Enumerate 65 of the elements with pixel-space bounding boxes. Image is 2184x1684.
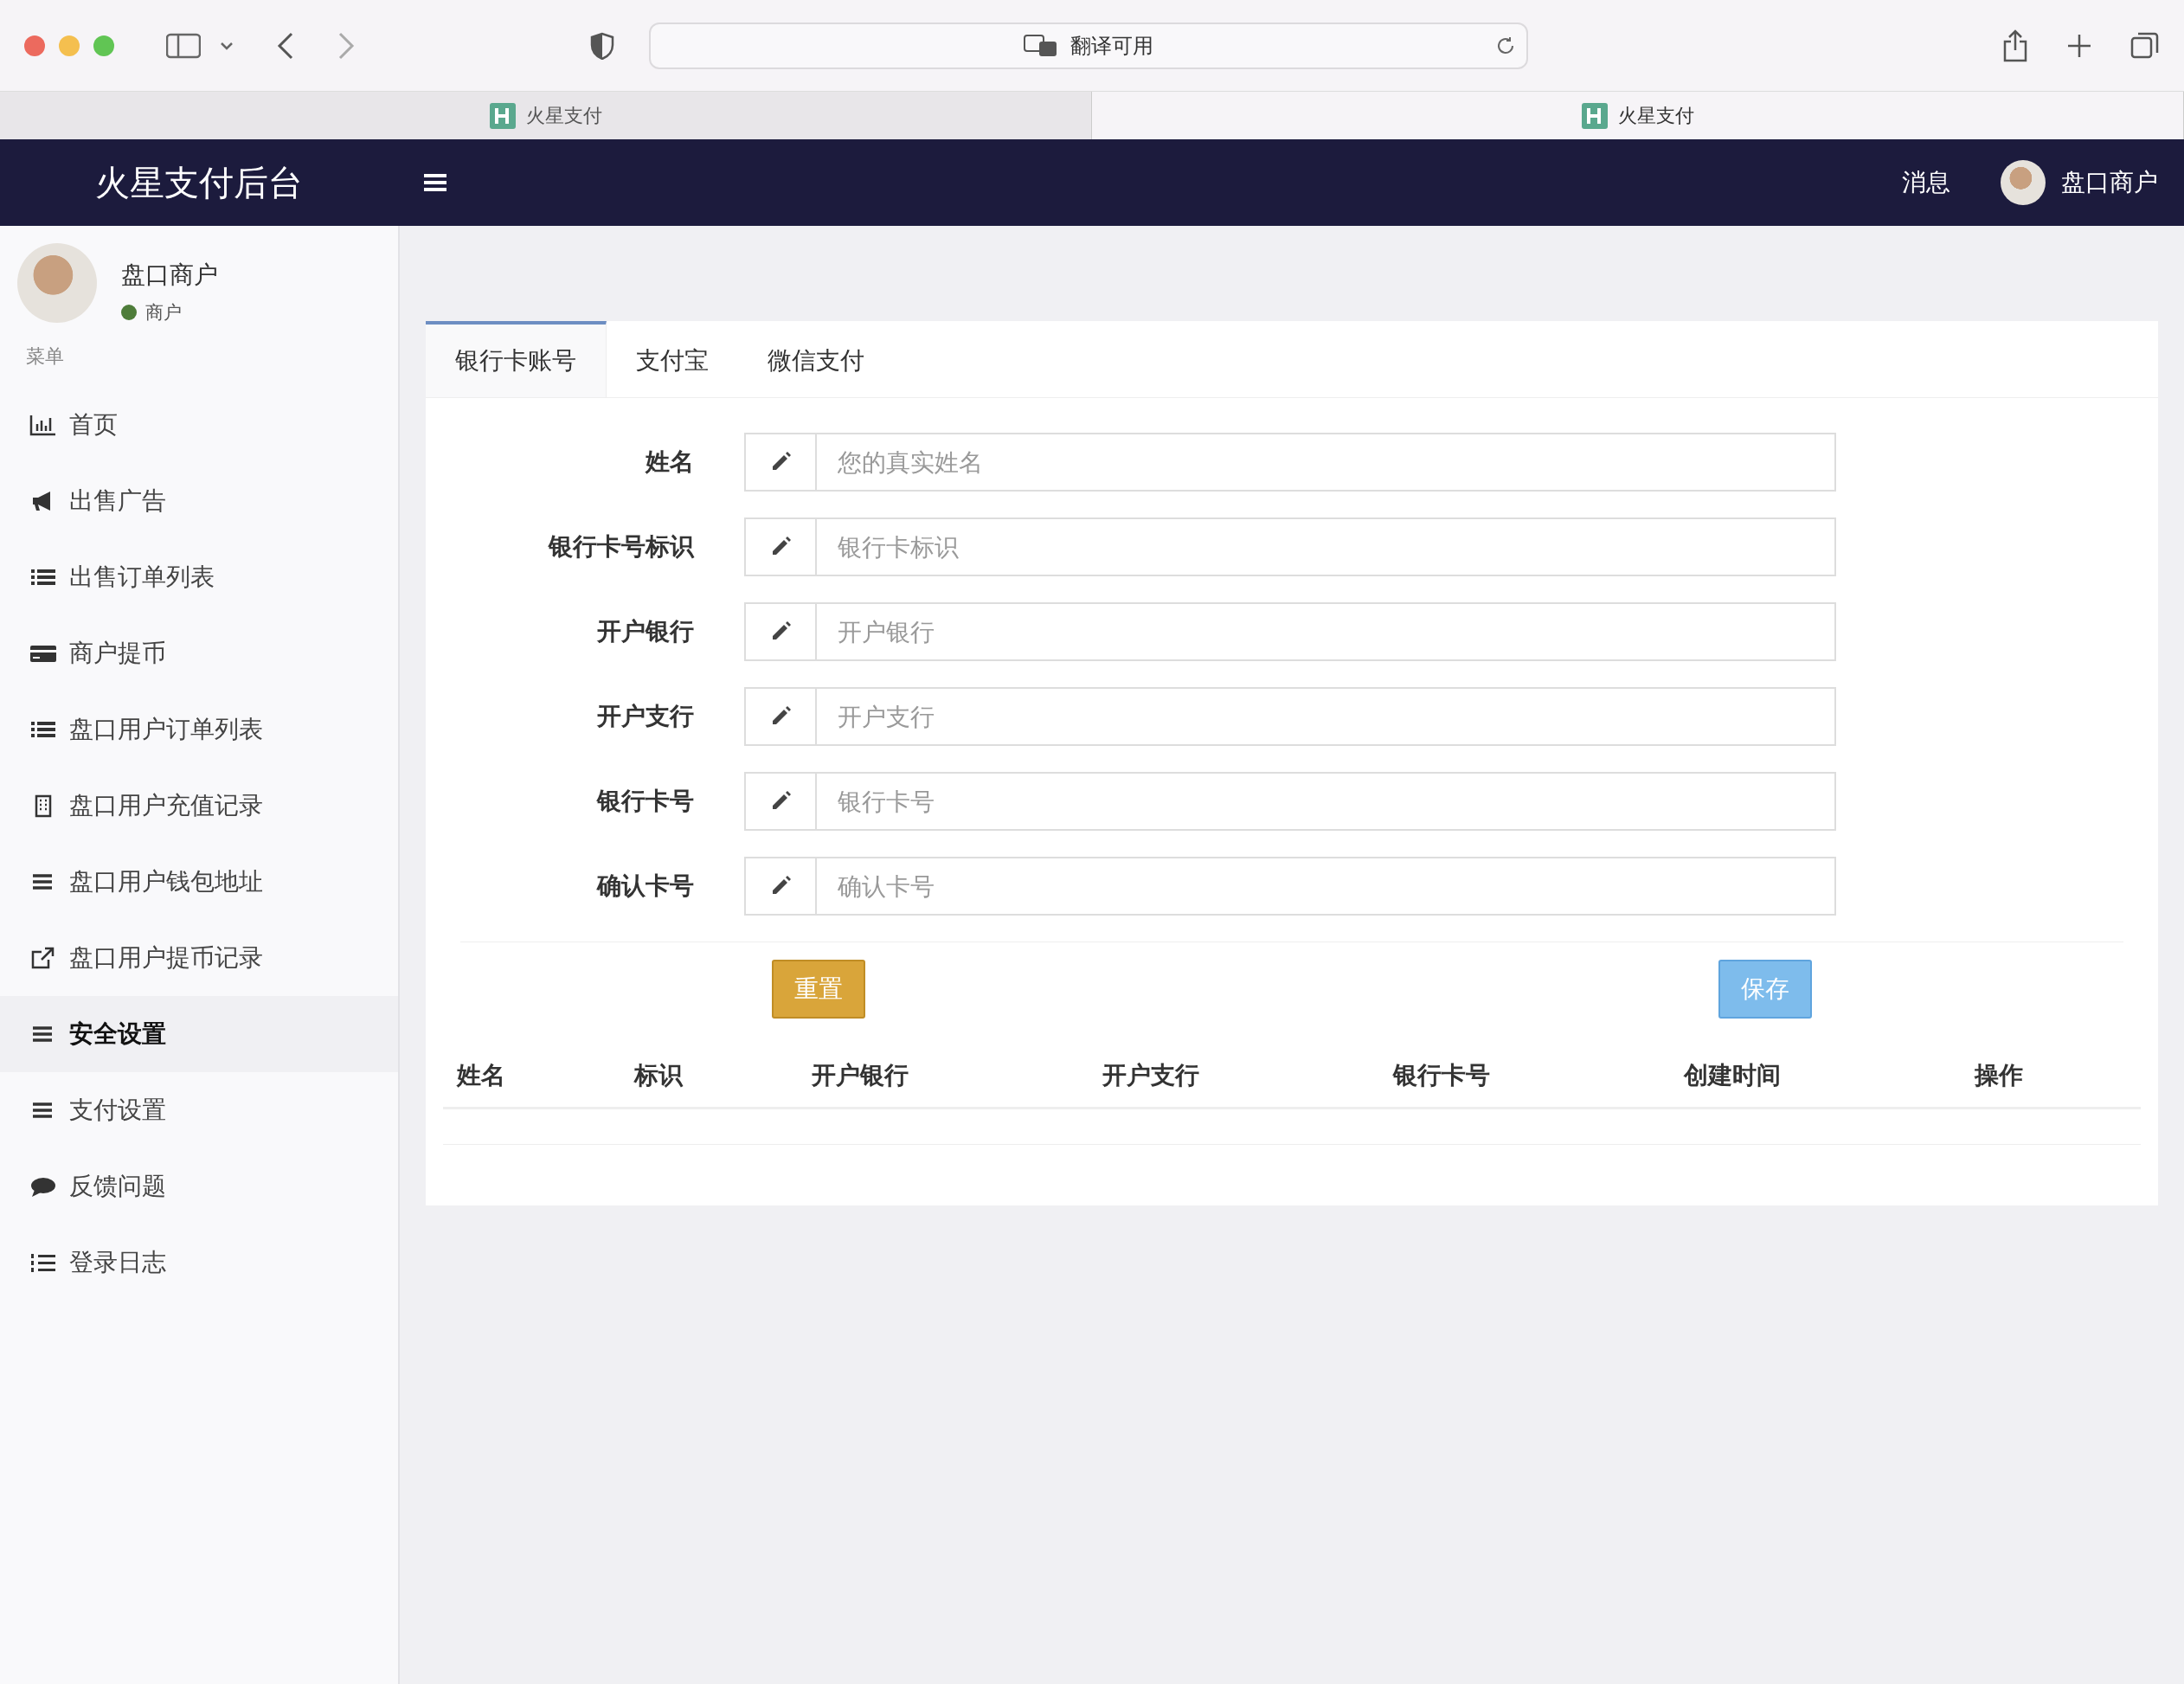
sidebar-icon[interactable] — [166, 32, 201, 59]
browser-tab[interactable]: 火星支付 — [1092, 92, 2184, 139]
close-icon[interactable] — [24, 35, 45, 56]
sidebar-item[interactable]: 登录日志 — [0, 1224, 398, 1301]
input-field[interactable]: 开户支行 — [817, 687, 1836, 746]
pencil-icon — [744, 687, 817, 746]
column-header: 标识 — [633, 1060, 684, 1091]
pencil-icon — [744, 772, 817, 831]
translate-icon[interactable] — [1024, 33, 1058, 58]
back-icon[interactable] — [277, 31, 294, 60]
field-label: 确认卡号 — [595, 871, 694, 902]
column-header: 开户银行 — [811, 1060, 909, 1091]
tab[interactable]: 支付宝 — [607, 321, 738, 397]
plus-icon[interactable] — [2066, 32, 2092, 59]
column-header: 银行卡号 — [1391, 1060, 1491, 1091]
sidebar-item[interactable]: 商户提币 — [0, 615, 398, 691]
sidebar-item[interactable]: 支付设置 — [0, 1072, 398, 1148]
shield-icon[interactable] — [590, 31, 614, 60]
field-label: 银行卡号标识 — [547, 531, 694, 562]
sidebar-item[interactable]: 盘口用户订单列表 — [0, 691, 398, 768]
address-text: 翻译可用 — [1070, 32, 1153, 60]
input-field[interactable]: 您的真实姓名 — [817, 433, 1836, 492]
pencil-icon — [744, 433, 817, 492]
column-header: 开户支行 — [1102, 1060, 1200, 1091]
address-bar[interactable]: 翻译可用 — [649, 22, 1528, 69]
tabs-overview-icon[interactable] — [2130, 30, 2160, 61]
tab[interactable]: 微信支付 — [738, 321, 894, 397]
share-icon[interactable] — [2002, 29, 2028, 62]
menu-heading: 菜单 — [25, 344, 65, 369]
brand-title: 火星支付后台 — [94, 161, 304, 204]
user-role: 商户 — [145, 301, 182, 325]
column-header: 姓名 — [455, 1060, 506, 1091]
browser-tab[interactable]: 火星支付 — [0, 92, 1092, 139]
sidebar-item[interactable]: 盘口用户提币记录 — [0, 920, 398, 996]
input-field[interactable]: 银行卡号 — [817, 772, 1836, 831]
input-field[interactable]: 银行卡标识 — [817, 517, 1836, 576]
field-label: 开户银行 — [596, 616, 694, 647]
sidebar-item[interactable]: 盘口用户钱包地址 — [0, 844, 398, 920]
sidebar-item[interactable]: 反馈问题 — [0, 1148, 398, 1224]
reload-icon[interactable] — [1495, 35, 1516, 56]
messages-link[interactable]: 消息 — [1902, 166, 1950, 199]
avatar — [2001, 160, 2046, 205]
field-label: 姓名 — [644, 447, 694, 478]
bar-chart-icon — [29, 413, 57, 437]
input-field[interactable]: 确认卡号 — [817, 857, 1836, 916]
sidebar-item[interactable]: 首页 — [0, 387, 398, 463]
user-menu[interactable]: 盘口商户 — [2061, 166, 2158, 199]
favicon-icon — [489, 102, 516, 129]
pencil-icon — [744, 517, 817, 576]
field-label: 开户支行 — [596, 701, 694, 732]
chevron-down-icon[interactable] — [220, 41, 234, 50]
column-header: 操作 — [1973, 1060, 2024, 1091]
column-header: 创建时间 — [1682, 1060, 1782, 1091]
tab[interactable]: 银行卡账号 — [426, 321, 607, 397]
user-name: 盘口商户 — [121, 260, 218, 291]
pencil-icon — [744, 602, 817, 661]
input-field[interactable]: 开户银行 — [817, 602, 1836, 661]
sidebar-item[interactable]: 出售广告 — [0, 463, 398, 539]
sidebar-item[interactable]: 盘口用户充值记录 — [0, 768, 398, 844]
pencil-icon — [744, 857, 817, 916]
sidebar-item[interactable]: 出售订单列表 — [0, 539, 398, 615]
sidebar-item[interactable]: 安全设置 — [0, 996, 398, 1072]
field-label: 银行卡号 — [595, 786, 694, 817]
menu-icon[interactable] — [424, 173, 446, 192]
favicon-icon — [1581, 102, 1608, 129]
